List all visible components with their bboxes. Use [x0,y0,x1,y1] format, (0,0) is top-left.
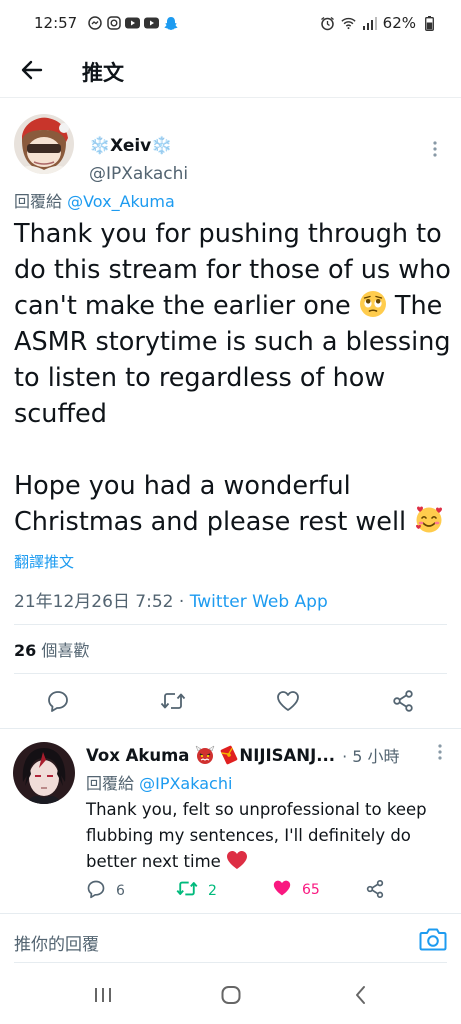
replying-to-prefix: 回覆給 [86,774,140,793]
system-navigation-bar [0,970,461,1024]
page-title: 推文 [82,60,124,85]
reply-tweet[interactable]: Vox Akuma NIJISANJ... · 5 小時 回覆給 @IPXaka… [0,728,461,914]
more-vertical-icon [427,141,443,162]
reply-actions: 6 2 65 [86,879,446,905]
tweet-source-link[interactable]: Twitter Web App [190,592,328,612]
tweet-author-row: ❄️Xeiv❄️ @IPXakachi [14,114,447,184]
recent-apps-icon [93,986,113,1008]
pleading-face-emoji-icon [359,290,387,318]
tweet-text: Thank you for pushing through to do this… [14,216,454,540]
reply-author-name-suffix[interactable]: NIJISANJ... [239,746,335,765]
divider [14,962,447,963]
home-button[interactable] [216,984,246,1010]
snapchat-icon [163,16,178,31]
back-button[interactable] [2,46,62,98]
wifi-icon [341,16,356,31]
share-button[interactable] [388,688,418,718]
retweet-button[interactable] [158,688,188,718]
instagram-icon [106,16,121,31]
reply-retweet-button[interactable]: 2 [176,879,217,902]
replying-to-mention[interactable]: @Vox_Akuma [67,192,175,211]
heart-icon [276,690,300,716]
avatar[interactable] [14,114,74,174]
more-vertical-icon [433,744,447,765]
tweet-meta: 21年12月26日 7:52 · Twitter Web App [14,587,328,612]
comment-icon [86,879,106,903]
reply-author-name[interactable]: Vox Akuma [86,746,189,765]
likes-label: 個喜歡 [36,641,90,660]
reply-reply-count: 6 [116,883,125,899]
divider [14,624,447,625]
more-options-button[interactable] [427,140,443,158]
smiling-face-with-hearts-emoji-icon [414,504,443,533]
comment-icon [46,689,70,717]
share-icon [391,689,415,717]
reply-composer: 推你的回覆 [0,914,461,964]
app-bar: 推文 [0,46,461,98]
reply-retweet-count: 2 [208,882,217,899]
reply-input[interactable]: 推你的回覆 [14,930,99,955]
alarm-icon [320,16,335,31]
home-icon [220,985,242,1009]
reply-text-body: Thank you, felt so unprofessional to kee… [86,800,427,871]
like-button[interactable] [273,688,303,718]
signal-icon [362,16,377,31]
share-icon [365,879,385,903]
replying-to: 回覆給 @IPXakachi [86,770,232,794]
status-time: 12:57 [34,14,78,32]
camera-button[interactable] [419,926,447,954]
back-nav-button[interactable] [346,984,376,1010]
tweet-actions [0,680,461,726]
heart-filled-icon [272,879,292,901]
chevron-left-icon [353,985,369,1009]
divider [14,673,447,674]
reply-time: · 5 小時 [342,747,400,766]
battery-percent: 62% [382,14,416,32]
youtube-icon [125,16,141,31]
replying-to: 回覆給 @Vox_Akuma [14,188,175,212]
reply-reply-button[interactable]: 6 [86,879,125,903]
status-bar: 12:57 62% [0,0,461,46]
replying-to-mention[interactable]: @IPXakachi [139,774,232,793]
tweet-author-handle[interactable]: @IPXakachi [89,164,188,184]
reply-button[interactable] [43,688,73,718]
reply-like-count: 65 [302,882,320,898]
reply-like-button[interactable]: 65 [272,879,320,901]
messenger-icon [87,16,102,31]
likes-count: 26 [14,641,37,660]
arrow-left-icon [21,60,43,84]
retweet-icon [160,690,186,716]
camera-icon [419,928,447,956]
reply-share-button[interactable] [365,879,385,903]
likes-summary[interactable]: 26 個喜歡 [14,637,89,661]
retweet-icon [176,879,198,902]
oni-mask-emoji-icon [195,745,215,765]
reply-text: Thank you, felt so unprofessional to kee… [86,797,451,878]
tweet-text-part2: The ASMR storytime is such a blessing to… [14,291,451,537]
red-envelope-emoji-icon [219,745,239,765]
reply-header: Vox Akuma NIJISANJ... · 5 小時 [86,743,446,767]
replying-to-prefix: 回覆給 [14,192,68,211]
tweet-author-name[interactable]: ❄️Xeiv❄️ [89,136,172,156]
avatar[interactable] [13,742,75,804]
red-heart-emoji-icon [226,850,248,878]
tweet-timestamp: 21年12月26日 7:52 [14,592,174,612]
translate-tweet-link[interactable]: 翻譯推文 [14,551,74,572]
battery-icon [422,15,437,31]
youtube-icon [144,16,160,31]
meta-separator: · [173,592,190,612]
recent-apps-button[interactable] [88,984,118,1010]
more-options-button[interactable] [433,743,447,761]
